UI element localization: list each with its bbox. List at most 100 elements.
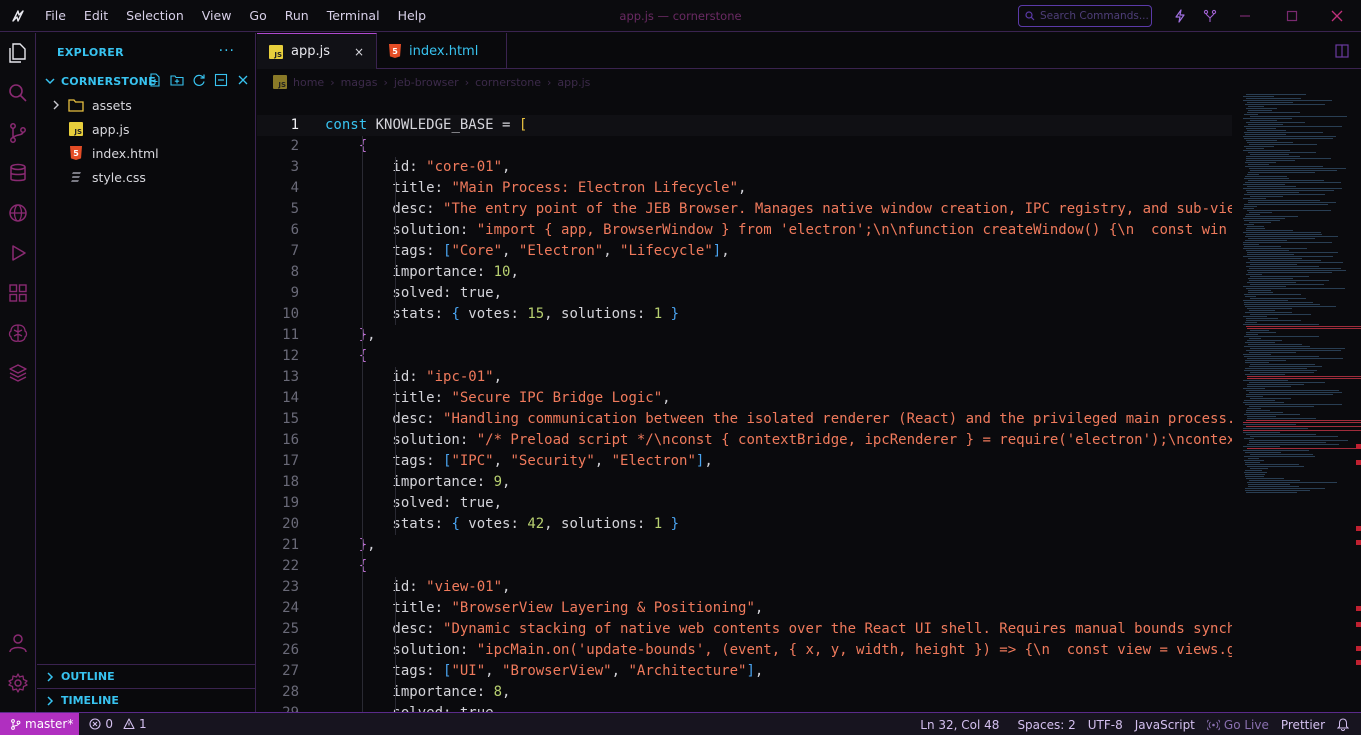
timeline-section[interactable]: TIMELINE bbox=[37, 688, 255, 712]
run-debug-icon[interactable] bbox=[6, 241, 30, 265]
extensions-icon[interactable] bbox=[6, 281, 30, 305]
tree-item-style-css[interactable]: style.css bbox=[37, 165, 255, 189]
code-editor[interactable]: 1const KNOWLEDGE_BASE = [2 {3 id: "core-… bbox=[257, 115, 1232, 712]
command-search[interactable]: Search Commands... bbox=[1018, 5, 1152, 27]
collapse-all-icon[interactable] bbox=[214, 73, 228, 87]
code-line[interactable]: 2 { bbox=[257, 136, 1232, 157]
code-line[interactable]: 22 { bbox=[257, 556, 1232, 577]
code-line[interactable]: 13 id: "ipc-01", bbox=[257, 367, 1232, 388]
globe-icon[interactable] bbox=[6, 201, 30, 225]
minimap[interactable] bbox=[1237, 94, 1361, 712]
menu-item-edit[interactable]: Edit bbox=[75, 8, 117, 23]
prettier-formatter[interactable]: Prettier bbox=[1275, 718, 1331, 732]
code-line[interactable]: 18 importance: 9, bbox=[257, 472, 1232, 493]
code-line[interactable]: 9 solved: true, bbox=[257, 283, 1232, 304]
code-line[interactable]: 29 solved: true, bbox=[257, 703, 1232, 712]
refresh-icon[interactable] bbox=[192, 73, 206, 87]
minimap-line bbox=[1246, 108, 1277, 109]
account-icon[interactable] bbox=[6, 631, 30, 655]
tab-app-js[interactable]: JS app.js × bbox=[257, 33, 377, 69]
code-text: solution: "ipcMain.on('update-bounds', (… bbox=[325, 642, 1232, 658]
search-icon[interactable] bbox=[6, 81, 30, 105]
encoding[interactable]: UTF-8 bbox=[1082, 718, 1129, 732]
code-line[interactable]: 20 stats: { votes: 42, solutions: 1 } bbox=[257, 514, 1232, 535]
brain-ai-icon[interactable] bbox=[6, 321, 30, 345]
minimap-line bbox=[1244, 400, 1275, 401]
minimap-line bbox=[1245, 312, 1292, 313]
minimap-line bbox=[1247, 254, 1294, 255]
code-line[interactable]: 16 solution: "/* Preload script */\ncons… bbox=[257, 430, 1232, 451]
split-editor-icon[interactable] bbox=[1335, 44, 1349, 62]
breadcrumb-item[interactable]: magas bbox=[341, 76, 378, 89]
close-window-icon[interactable] bbox=[1329, 8, 1345, 24]
code-line[interactable]: 25 desc: "Dynamic stacking of native web… bbox=[257, 619, 1232, 640]
explorer-files-icon[interactable] bbox=[6, 41, 30, 65]
code-line[interactable]: 28 importance: 8, bbox=[257, 682, 1232, 703]
breadcrumb-item[interactable]: home bbox=[293, 76, 324, 89]
code-line[interactable]: 17 tags: ["IPC", "Security", "Electron"]… bbox=[257, 451, 1232, 472]
breadcrumb-item[interactable]: jeb-browser bbox=[394, 76, 459, 89]
new-folder-icon[interactable] bbox=[170, 73, 184, 87]
project-root[interactable]: CORNERSTONE bbox=[45, 71, 256, 91]
outline-section[interactable]: OUTLINE bbox=[37, 664, 255, 688]
maximize-icon[interactable] bbox=[1284, 8, 1300, 24]
minimap-line bbox=[1243, 450, 1309, 451]
code-line[interactable]: 21 }, bbox=[257, 535, 1232, 556]
breadcrumb-item[interactable]: cornerstone bbox=[475, 76, 541, 89]
tree-item-app-js[interactable]: JS app.js bbox=[37, 117, 255, 141]
layers-icon[interactable] bbox=[6, 361, 30, 385]
problems-indicator[interactable]: 0 1 bbox=[83, 717, 152, 731]
breadcrumb-item[interactable]: app.js bbox=[557, 76, 590, 89]
line-number: 2 bbox=[290, 138, 299, 154]
explorer-more-button[interactable]: ··· bbox=[219, 43, 235, 59]
menu-item-help[interactable]: Help bbox=[389, 8, 436, 23]
tree-item-index-html[interactable]: 5 index.html bbox=[37, 141, 255, 165]
minimap-line bbox=[1247, 448, 1361, 449]
code-line[interactable]: 19 solved: true, bbox=[257, 493, 1232, 514]
code-line[interactable]: 11 }, bbox=[257, 325, 1232, 346]
indentation[interactable]: Spaces: 2 bbox=[1011, 718, 1081, 732]
cursor-position[interactable]: Ln 32, Col 48 bbox=[914, 718, 1005, 732]
tab-index-html[interactable]: 5 index.html bbox=[377, 33, 507, 69]
minimap-line bbox=[1247, 142, 1293, 143]
close-tab-button[interactable]: × bbox=[354, 45, 364, 59]
menu-item-view[interactable]: View bbox=[193, 8, 241, 23]
code-line[interactable]: 27 tags: ["UI", "BrowserView", "Architec… bbox=[257, 661, 1232, 682]
git-branch[interactable]: master* bbox=[0, 712, 80, 735]
code-line[interactable]: 23 id: "view-01", bbox=[257, 577, 1232, 598]
code-line[interactable]: 5 desc: "The entry point of the JEB Brow… bbox=[257, 199, 1232, 220]
code-line[interactable]: 10 stats: { votes: 15, solutions: 1 } bbox=[257, 304, 1232, 325]
code-line[interactable]: 1 const KNOWLEDGE_BASE = [ bbox=[257, 115, 1232, 136]
code-line[interactable]: 24 title: "BrowserView Layering & Positi… bbox=[257, 598, 1232, 619]
settings-gear-icon[interactable] bbox=[6, 671, 30, 695]
language-mode[interactable]: JavaScript bbox=[1129, 718, 1201, 732]
code-line[interactable]: 6 solution: "import { app, BrowserWindow… bbox=[257, 220, 1232, 241]
new-file-icon[interactable] bbox=[148, 73, 162, 87]
notifications-bell-icon[interactable] bbox=[1331, 718, 1355, 731]
minimap-line bbox=[1245, 490, 1310, 491]
code-text: desc: "Dynamic stacking of native web co… bbox=[325, 621, 1232, 637]
code-line[interactable]: 12 { bbox=[257, 346, 1232, 367]
code-line[interactable]: 4 title: "Main Process: Electron Lifecyc… bbox=[257, 178, 1232, 199]
code-line[interactable]: 15 desc: "Handling communication between… bbox=[257, 409, 1232, 430]
code-line[interactable]: 7 tags: ["Core", "Electron", "Lifecycle"… bbox=[257, 241, 1232, 262]
minimize-icon[interactable] bbox=[1237, 8, 1253, 24]
menu-item-file[interactable]: File bbox=[36, 8, 75, 23]
menu-item-go[interactable]: Go bbox=[240, 8, 275, 23]
minimap-line bbox=[1246, 98, 1301, 99]
lightning-icon[interactable] bbox=[1172, 8, 1188, 24]
menu-item-selection[interactable]: Selection bbox=[117, 8, 193, 23]
close-icon[interactable] bbox=[236, 73, 250, 87]
code-line[interactable]: 14 title: "Secure IPC Bridge Logic", bbox=[257, 388, 1232, 409]
source-control-icon[interactable] bbox=[6, 121, 30, 145]
menu-item-run[interactable]: Run bbox=[276, 8, 318, 23]
database-icon[interactable] bbox=[6, 161, 30, 185]
code-line[interactable]: 26 solution: "ipcMain.on('update-bounds'… bbox=[257, 640, 1232, 661]
tree-item-assets[interactable]: assets bbox=[37, 93, 255, 117]
go-live-button[interactable]: Go Live bbox=[1201, 718, 1275, 732]
code-line[interactable]: 3 id: "core-01", bbox=[257, 157, 1232, 178]
git-graph-icon[interactable] bbox=[1202, 8, 1218, 24]
menu-item-terminal[interactable]: Terminal bbox=[318, 8, 389, 23]
code-line[interactable]: 8 importance: 10, bbox=[257, 262, 1232, 283]
minimap-line bbox=[1246, 230, 1293, 231]
